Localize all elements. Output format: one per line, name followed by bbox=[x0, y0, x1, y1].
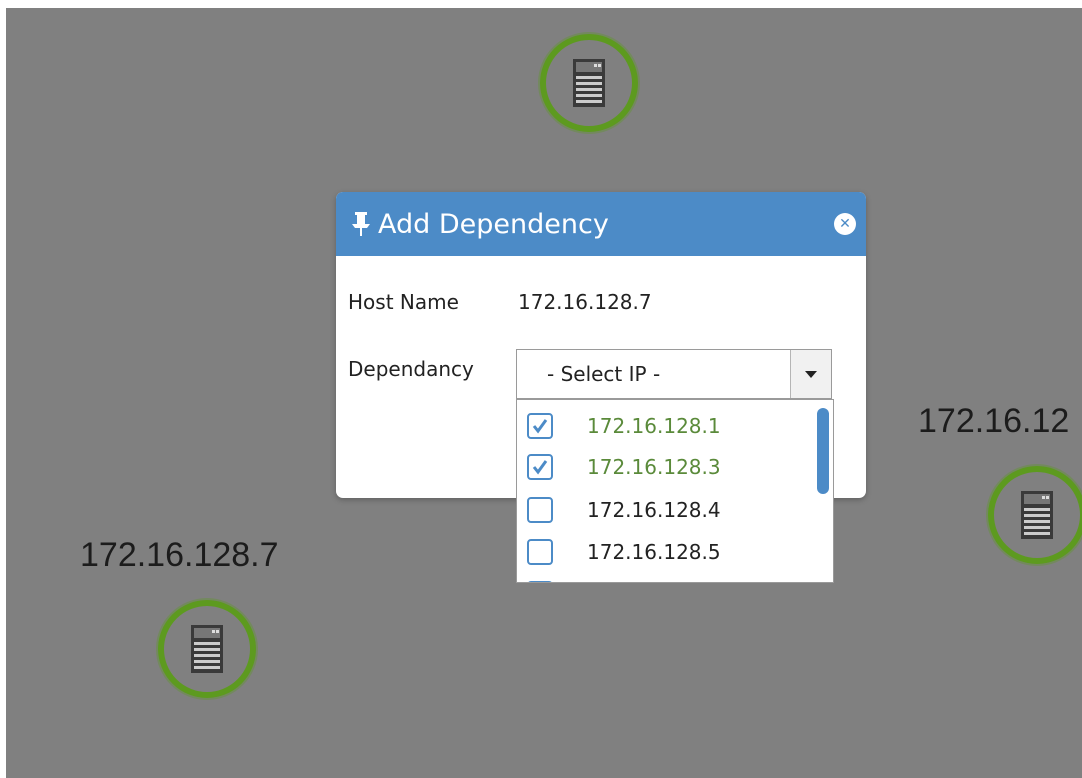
dependency-label: Dependancy bbox=[348, 357, 474, 381]
chevron-down-icon[interactable] bbox=[790, 350, 831, 398]
checkbox[interactable] bbox=[527, 454, 553, 480]
pin-icon bbox=[350, 211, 372, 237]
ip-select[interactable]: - Select IP - bbox=[516, 349, 832, 399]
dialog-header[interactable]: Add Dependency ✕ bbox=[336, 192, 866, 256]
option-label: 172.16.128.3 bbox=[587, 455, 721, 479]
list-item[interactable]: 172.16.128.4 bbox=[517, 490, 817, 530]
option-label: 172.16.128.5 bbox=[587, 540, 721, 564]
server-icon bbox=[1021, 491, 1053, 539]
server-icon bbox=[573, 59, 605, 107]
close-icon[interactable]: ✕ bbox=[834, 213, 856, 235]
list-item[interactable]: 172.16.128.3 bbox=[517, 447, 817, 487]
node-label-left: 172.16.128.7 bbox=[80, 536, 279, 574]
checkbox[interactable] bbox=[527, 581, 553, 582]
option-label: 172.16.128.4 bbox=[587, 498, 721, 522]
server-node-top[interactable] bbox=[540, 34, 638, 132]
host-name-label: Host Name bbox=[348, 290, 459, 314]
checkbox[interactable] bbox=[527, 539, 553, 565]
checkbox[interactable] bbox=[527, 497, 553, 523]
host-name-value: 172.16.128.7 bbox=[518, 290, 652, 314]
node-label-right: 172.16.12 bbox=[918, 402, 1070, 440]
option-label: 172.16.128.1 bbox=[587, 414, 721, 438]
dialog-title: Add Dependency bbox=[378, 208, 609, 240]
ip-select-value: - Select IP - bbox=[547, 362, 661, 386]
ip-dropdown-list[interactable]: 172.16.128.1 172.16.128.3 172.16.128.4 1… bbox=[516, 399, 834, 583]
list-item[interactable]: 172.16.128.1 bbox=[517, 406, 817, 446]
server-icon bbox=[191, 625, 223, 673]
server-node-right[interactable] bbox=[988, 466, 1082, 564]
list-item[interactable]: 172.16.128.5 bbox=[517, 532, 817, 572]
checkbox[interactable] bbox=[527, 413, 553, 439]
scrollbar[interactable] bbox=[817, 408, 829, 494]
list-item[interactable] bbox=[517, 574, 817, 582]
server-node-left[interactable] bbox=[158, 600, 256, 698]
